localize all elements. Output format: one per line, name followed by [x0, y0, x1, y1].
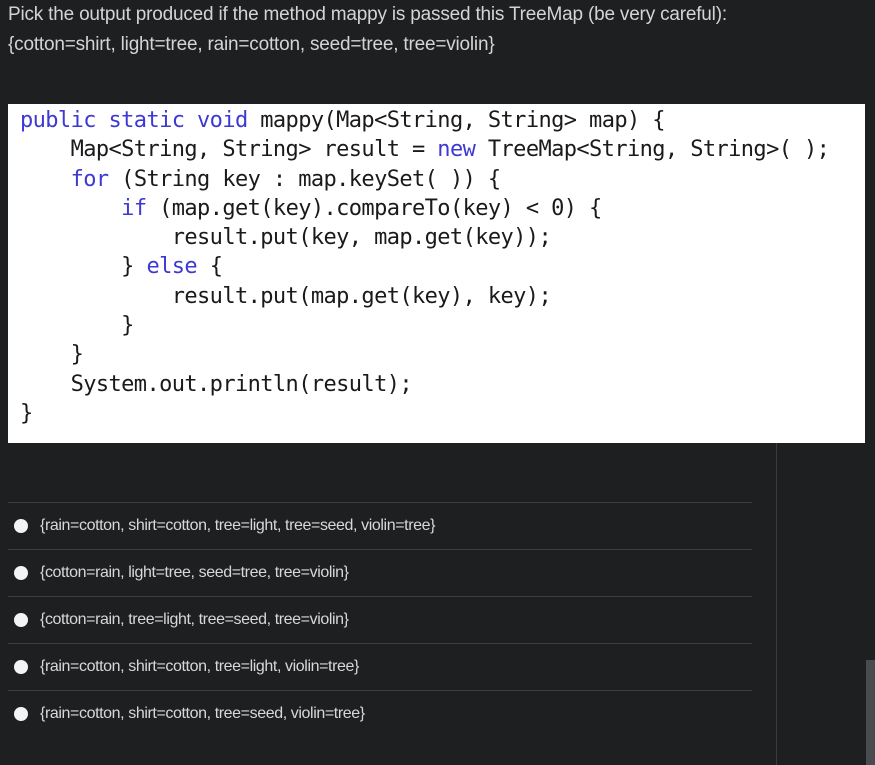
- code-line: public static void mappy(Map<String, Str…: [20, 108, 666, 133]
- question-prompt: Pick the output produced if the method m…: [8, 4, 727, 25]
- question-input-map: {cotton=shirt, light=tree, rain=cotton, …: [8, 34, 495, 55]
- radio-icon[interactable]: [14, 660, 28, 674]
- code-line: }: [20, 342, 84, 368]
- answer-option-label: {rain=cotton, shirt=cotton, tree=seed, v…: [40, 705, 365, 722]
- code-keyword: for: [70, 166, 110, 192]
- answer-option-label: {cotton=rain, tree=light, tree=seed, tre…: [40, 611, 349, 628]
- code-text: mappy(Map<String, String> map) {: [247, 108, 665, 133]
- code-line: result.put(map.get(key), key);: [20, 283, 552, 309]
- code-text: }: [20, 342, 84, 368]
- code-line: Map<String, String> result = new TreeMap…: [20, 137, 830, 163]
- answer-option-label: {cotton=rain, light=tree, seed=tree, tre…: [40, 564, 349, 581]
- code-line: result.put(key, map.get(key));: [20, 225, 552, 251]
- code-text: result.put(key, map.get(key));: [20, 225, 552, 251]
- code-keyword: public static void: [20, 108, 248, 133]
- answer-option[interactable]: {rain=cotton, shirt=cotton, tree=light, …: [8, 643, 752, 690]
- code-line: }: [20, 401, 33, 426]
- radio-icon[interactable]: [14, 707, 28, 721]
- answer-option-label: {rain=cotton, shirt=cotton, tree=light, …: [40, 658, 359, 675]
- scrollbar-thumb[interactable]: [866, 660, 875, 765]
- answer-option[interactable]: {rain=cotton, shirt=cotton, tree=light, …: [8, 502, 752, 549]
- code-text: Map<String, String> result =: [20, 137, 438, 163]
- column-divider: [776, 443, 777, 765]
- code-text: (map.get(key).compareTo(key) < 0) {: [146, 195, 602, 221]
- code-block: public static void mappy(Map<String, Str…: [8, 104, 865, 428]
- code-text: TreeMap<String, String>( );: [475, 137, 830, 163]
- question-text: Pick the output produced if the method m…: [8, 0, 768, 60]
- code-keyword: else: [146, 254, 198, 280]
- code-text: }: [20, 254, 147, 280]
- answer-option[interactable]: {cotton=rain, tree=light, tree=seed, tre…: [8, 596, 752, 643]
- code-text: {: [197, 254, 223, 280]
- radio-icon[interactable]: [14, 566, 28, 580]
- code-line: }: [20, 313, 134, 338]
- code-keyword: new: [437, 137, 476, 163]
- code-line: for (String key : map.keySet( )) {: [20, 166, 502, 192]
- answer-options: {rain=cotton, shirt=cotton, tree=light, …: [8, 502, 752, 737]
- radio-icon[interactable]: [14, 519, 28, 533]
- code-text: }: [20, 313, 134, 339]
- code-keyword: if: [121, 195, 147, 221]
- code-text: result.put(map.get(key), key);: [20, 283, 552, 309]
- code-image: public static void mappy(Map<String, Str…: [8, 104, 865, 443]
- radio-icon[interactable]: [14, 613, 28, 627]
- code-text: (String key : map.keySet( )) {: [108, 166, 501, 192]
- code-line: } else {: [20, 254, 223, 280]
- code-line: if (map.get(key).compareTo(key) < 0) {: [20, 196, 602, 221]
- code-text: }: [20, 400, 33, 426]
- answer-option-label: {rain=cotton, shirt=cotton, tree=light, …: [40, 517, 436, 534]
- answer-option[interactable]: {cotton=rain, light=tree, seed=tree, tre…: [8, 549, 752, 596]
- code-line: System.out.println(result);: [20, 371, 413, 397]
- answer-option[interactable]: {rain=cotton, shirt=cotton, tree=seed, v…: [8, 690, 752, 737]
- code-text: System.out.println(result);: [20, 371, 413, 397]
